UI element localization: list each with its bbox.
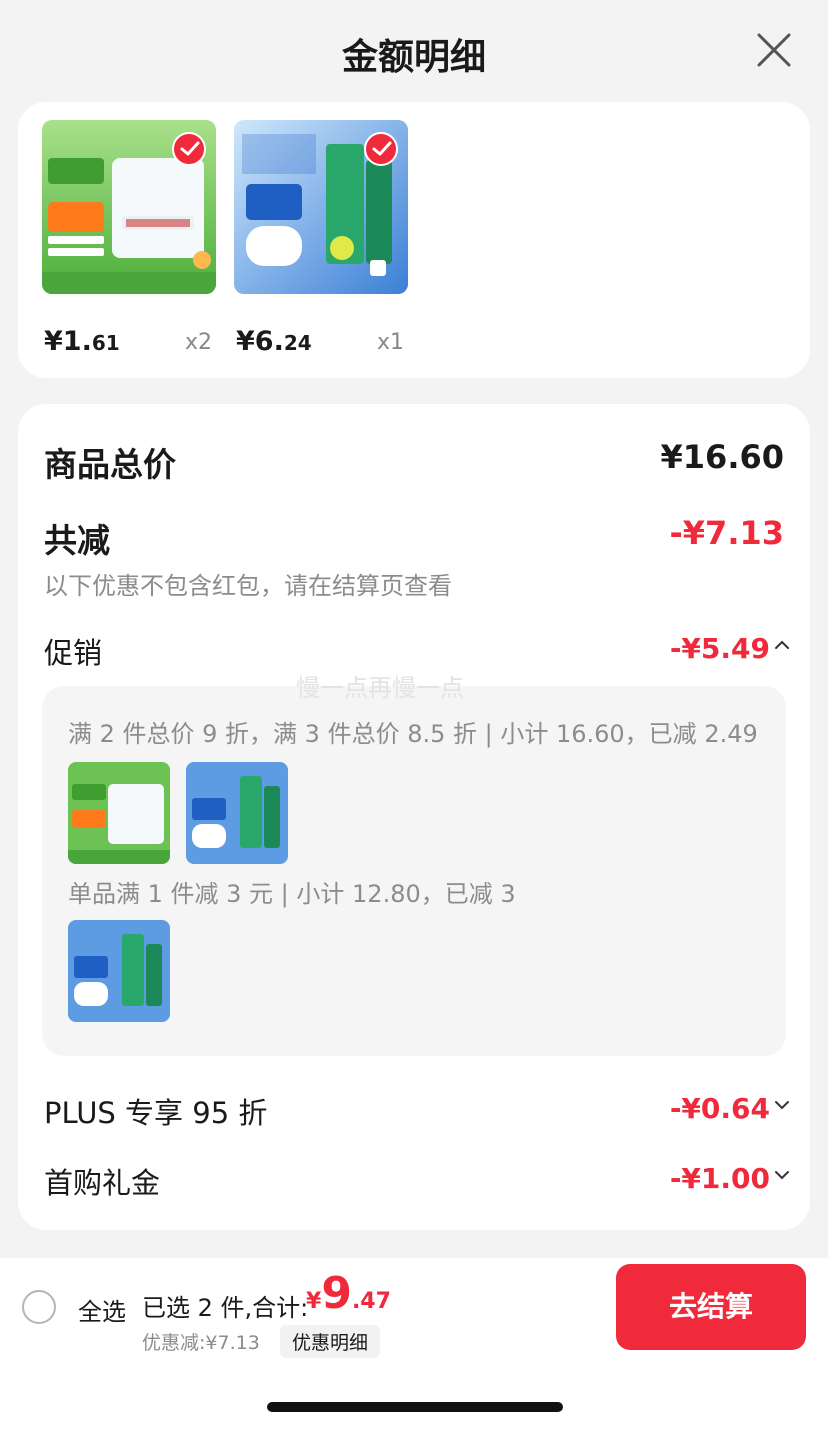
selected-check-icon[interactable]	[364, 132, 398, 166]
amount-detail-sheet: 金额明细 ¥1.61 x2 ¥6.24 x1 商品总价 ¥16.60 共减 -¥…	[0, 0, 828, 1430]
selected-count-label: 已选 2 件,合计:	[142, 1294, 309, 1322]
selected-check-icon[interactable]	[172, 132, 206, 166]
discount-detail-button[interactable]: 优惠明细	[280, 1325, 381, 1358]
checkout-bar: 全选 已选 2 件,合计: ¥9.47 优惠减:¥7.13 优惠明细 去结算	[0, 1258, 828, 1358]
product-price: ¥6.24	[236, 326, 312, 357]
select-all-radio[interactable]	[22, 1290, 56, 1324]
promotion-row[interactable]: 促销 -¥5.49	[44, 630, 789, 670]
promo-thumb-toothpaste	[68, 920, 170, 1022]
promotion-detail-box: 满 2 件总价 9 折，满 3 件总价 8.5 折 | 小计 16.60，已减 …	[42, 686, 786, 1056]
total-amount: ¥9.47	[306, 1268, 391, 1319]
promo-thumb-toothpaste	[186, 762, 288, 864]
promo-rule-text: 满 2 件总价 9 折，满 3 件总价 8.5 折 | 小计 16.60，已减 …	[68, 720, 758, 748]
chevron-up-icon[interactable]	[774, 640, 790, 650]
home-indicator-area	[0, 1358, 828, 1430]
product-image-salt[interactable]	[42, 120, 216, 294]
product-item[interactable]: ¥1.61 x2	[42, 120, 216, 357]
product-item[interactable]: ¥6.24 x1	[234, 120, 408, 357]
product-price: ¥1.61	[44, 326, 120, 357]
product-qty: x2	[184, 330, 212, 355]
reduction-value: -¥7.13	[669, 514, 785, 552]
product-total-value: ¥16.60	[660, 438, 784, 476]
product-total-row: 商品总价 ¥16.60	[44, 438, 784, 484]
reduction-row: 共减 -¥7.13	[44, 514, 785, 560]
plus-discount-value: -¥0.64	[669, 1092, 770, 1125]
reduction-note: 以下优惠不包含红包，请在结算页查看	[44, 572, 452, 600]
first-purchase-row[interactable]: 首购礼金 -¥1.00	[44, 1160, 789, 1200]
checkout-button[interactable]: 去结算	[616, 1264, 806, 1350]
chevron-down-icon[interactable]	[774, 1100, 790, 1110]
sheet-title: 金额明细	[341, 37, 486, 78]
home-indicator[interactable]	[267, 1402, 563, 1412]
select-all-label[interactable]: 全选	[78, 1292, 126, 1327]
promo-thumb-salt	[68, 762, 170, 864]
amount-detail-card: 商品总价 ¥16.60 共减 -¥7.13 以下优惠不包含红包，请在结算页查看 …	[18, 404, 810, 1230]
plus-discount-row[interactable]: PLUS 专享 95 折 -¥0.64	[44, 1090, 789, 1130]
watermark-text: 慢一点再慢一点	[296, 674, 464, 702]
promotion-value: -¥5.49	[669, 632, 770, 665]
products-card: ¥1.61 x2 ¥6.24 x1	[18, 102, 810, 378]
promo-rule-text: 单品满 1 件减 3 元 | 小计 12.80，已减 3	[68, 880, 516, 908]
first-purchase-value: -¥1.00	[669, 1162, 770, 1195]
sheet-header: 金额明细	[0, 0, 828, 100]
discount-amount: 优惠减:¥7.13	[142, 1332, 260, 1354]
chevron-down-icon[interactable]	[774, 1170, 790, 1180]
product-qty: x1	[376, 330, 404, 355]
product-image-toothpaste[interactable]	[234, 120, 408, 294]
close-icon[interactable]	[756, 32, 792, 68]
